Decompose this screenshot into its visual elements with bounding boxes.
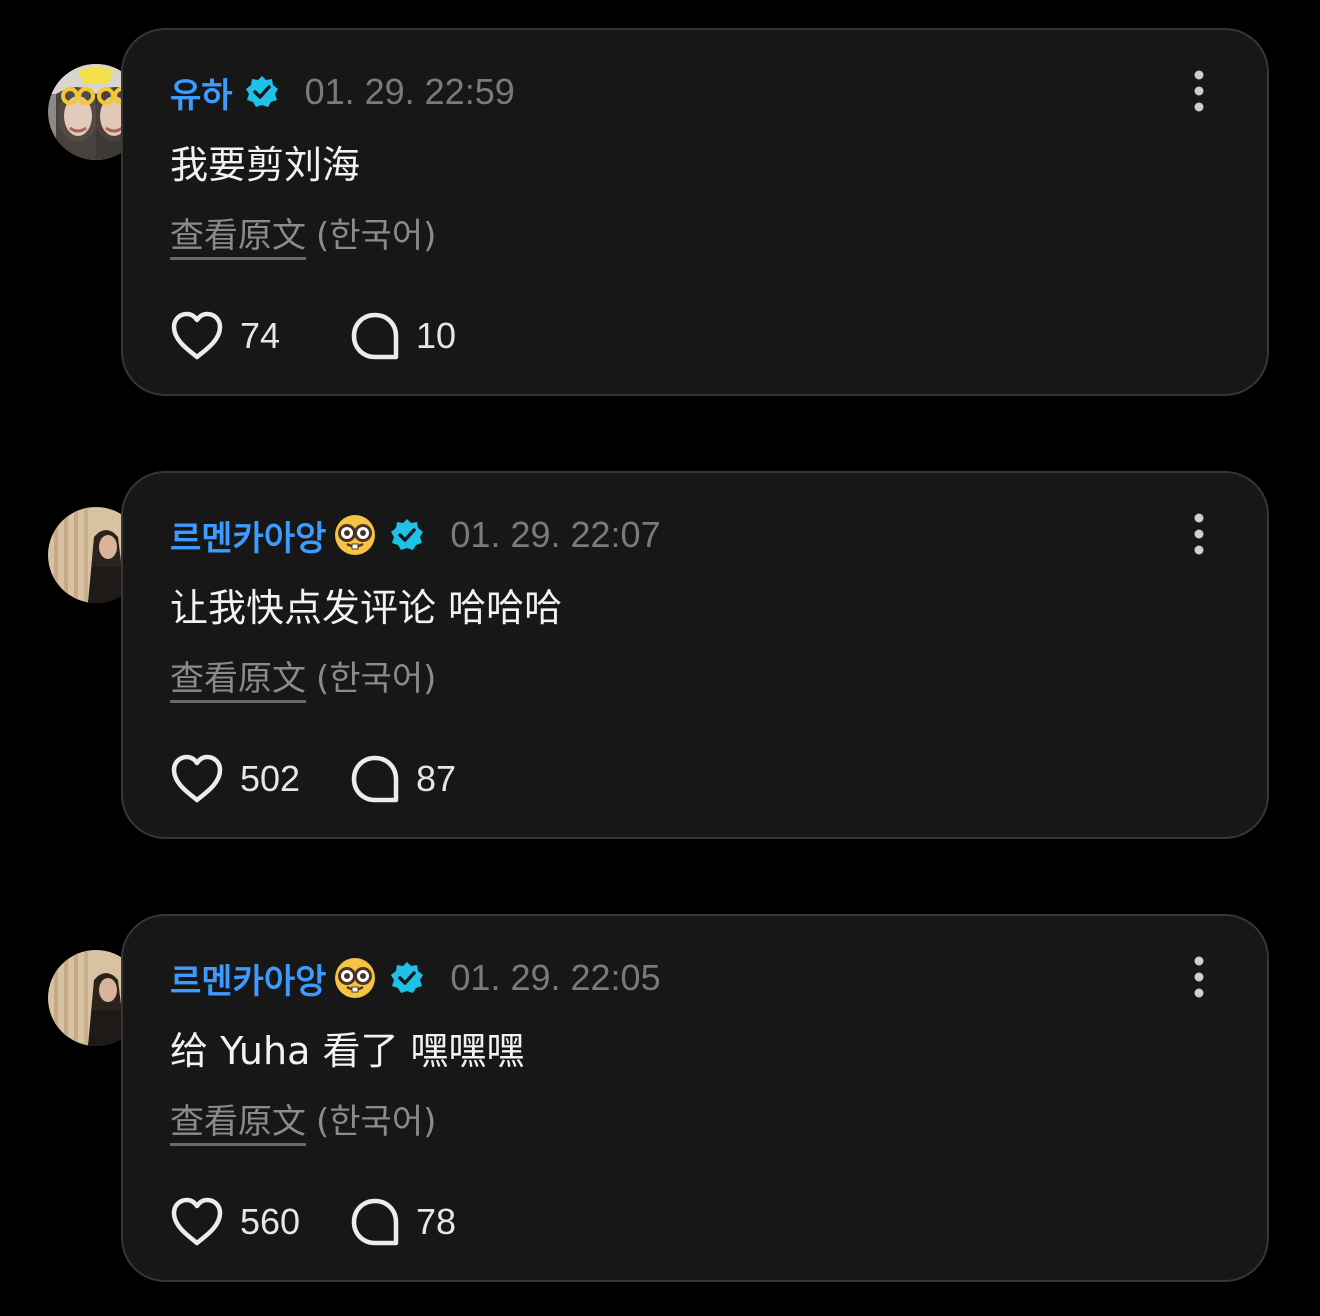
reply-count: 78 [416,1201,457,1242]
nerd-face-emoji [332,512,378,558]
comment-card: 르멘카아앙 01. 29. 22:05 给 Yuha 看了 嘿嘿嘿 查看原文 (… [121,914,1269,1282]
like-button[interactable]: 502 [170,754,350,804]
more-vertical-icon[interactable] [1187,956,1211,998]
timestamp: 01. 29. 22:59 [304,71,515,112]
verified-badge-icon [390,961,424,995]
like-button[interactable]: 74 [170,311,350,361]
verified-badge-icon [245,75,279,109]
like-button[interactable]: 560 [170,1197,350,1247]
reply-count: 10 [416,315,457,356]
heart-icon [170,1197,224,1247]
more-vertical-icon[interactable] [1187,70,1211,112]
comment-item: 유하 01. 29. 22:59 我要剪刘海 查看原文 (한국어) 74 10 [0,28,1320,398]
view-original-link[interactable]: 查看原文 [170,216,306,256]
nerd-face-emoji [332,955,378,1001]
reply-button[interactable]: 10 [350,311,456,361]
timestamp: 01. 29. 22:07 [450,514,661,555]
username[interactable]: 유하 [170,68,233,117]
comment-text: 给 Yuha 看了 嘿嘿嘿 [170,1029,525,1073]
comment-text: 我要剪刘海 [170,143,361,187]
original-language-label: (한국어) [316,1102,437,1142]
reply-count: 87 [416,758,457,799]
username[interactable]: 르멘카아앙 [170,954,326,1003]
comment-bubble-icon [350,311,400,361]
comment-actions: 560 78 [170,1192,456,1252]
comment-card: 유하 01. 29. 22:59 我要剪刘海 查看原文 (한국어) 74 10 [121,28,1269,396]
comment-header: 르멘카아앙 01. 29. 22:05 [170,952,661,1004]
translate-row: 查看原文 (한국어) [170,208,436,257]
more-vertical-icon[interactable] [1187,513,1211,555]
reply-button[interactable]: 78 [350,1197,456,1247]
comment-item: 르멘카아앙 01. 29. 22:05 给 Yuha 看了 嘿嘿嘿 查看原文 (… [0,914,1320,1284]
verified-badge-icon [390,518,424,552]
like-count: 74 [240,315,281,356]
view-original-link[interactable]: 查看原文 [170,1102,306,1142]
original-language-label: (한국어) [316,216,437,256]
view-original-link[interactable]: 查看原文 [170,659,306,699]
comment-bubble-icon [350,754,400,804]
comment-bubble-icon [350,1197,400,1247]
timestamp: 01. 29. 22:05 [450,957,661,998]
translate-row: 查看原文 (한국어) [170,651,436,700]
comment-text: 让我快点发评论 哈哈哈 [170,586,563,630]
username[interactable]: 르멘카아앙 [170,511,326,560]
comment-actions: 74 10 [170,306,456,366]
original-language-label: (한국어) [316,659,437,699]
like-count: 502 [240,758,301,799]
heart-icon [170,311,224,361]
reply-button[interactable]: 87 [350,754,456,804]
comment-item: 르멘카아앙 01. 29. 22:07 让我快点发评论 哈哈哈 查看原文 (한국… [0,471,1320,841]
comment-actions: 502 87 [170,749,456,809]
translate-row: 查看原文 (한국어) [170,1094,436,1143]
comment-header: 유하 01. 29. 22:59 [170,66,515,118]
comment-card: 르멘카아앙 01. 29. 22:07 让我快点发评论 哈哈哈 查看原文 (한국… [121,471,1269,839]
like-count: 560 [240,1201,301,1242]
comment-header: 르멘카아앙 01. 29. 22:07 [170,509,661,561]
heart-icon [170,754,224,804]
